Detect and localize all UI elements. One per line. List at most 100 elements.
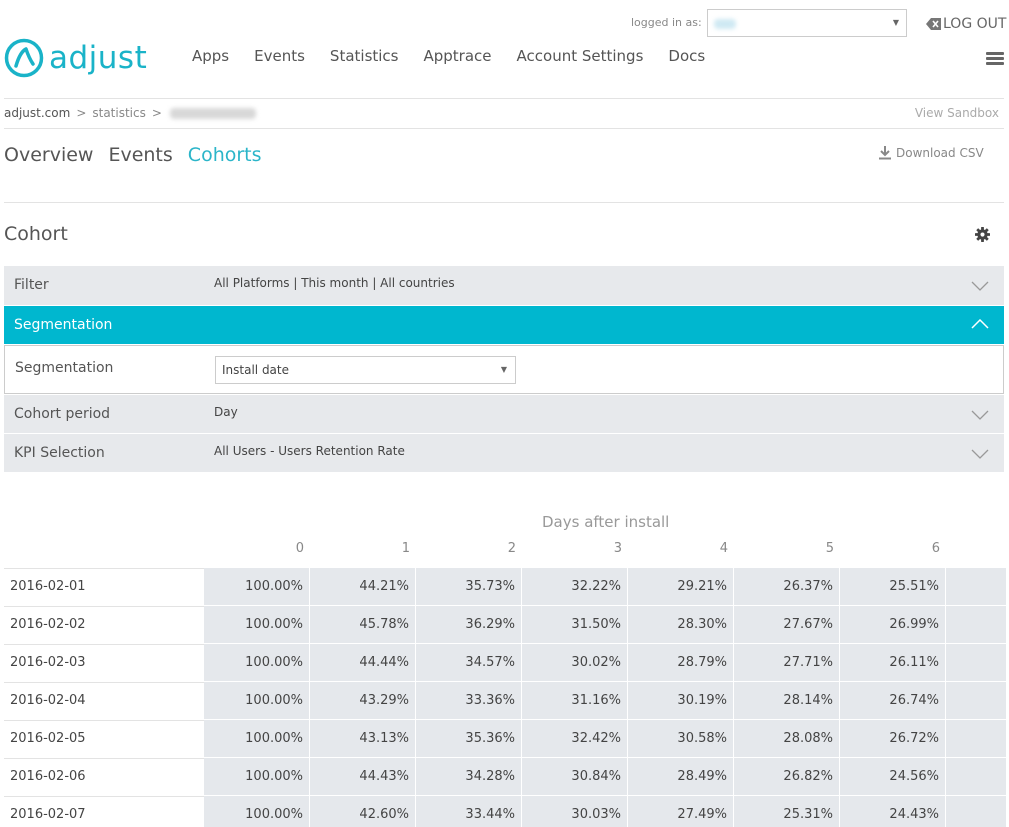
table-cell: 33.36% (416, 682, 521, 719)
table-cell-overflow (946, 644, 1006, 681)
table-cell: 24.43% (840, 796, 945, 827)
table-cell: 27.67% (734, 606, 839, 643)
table-cell: 24.56% (840, 758, 945, 795)
download-csv-button[interactable]: Download CSV (879, 146, 984, 160)
cohort-period-label: Cohort period (14, 406, 111, 422)
row-date: 2016-02-07 (10, 807, 86, 822)
column-header: 4 (719, 541, 728, 556)
table-cell: 33.44% (416, 796, 521, 827)
nav-account-settings[interactable]: Account Settings (517, 47, 644, 65)
table-cell: 30.03% (522, 796, 627, 827)
nav-apptrace[interactable]: Apptrace (424, 47, 492, 65)
table-cell-overflow (946, 606, 1006, 643)
table-cell: 29.21% (628, 568, 733, 605)
table-cell: 42.60% (310, 796, 415, 827)
column-header: 2 (507, 541, 516, 556)
table-cell: 36.29% (416, 606, 521, 643)
row-date: 2016-02-04 (10, 693, 86, 708)
chevron-down-icon: ▼ (892, 18, 899, 27)
segmentation-header[interactable]: Segmentation (4, 306, 1004, 344)
gear-icon[interactable] (975, 227, 990, 242)
tab-cohorts[interactable]: Cohorts (188, 144, 262, 166)
tab-overview[interactable]: Overview (4, 144, 93, 166)
column-header: 6 (931, 541, 940, 556)
column-header: 1 (401, 541, 410, 556)
breadcrumb-root[interactable]: adjust.com (4, 106, 70, 120)
chevron-down-icon[interactable] (971, 410, 989, 420)
segmentation-label: Segmentation (15, 360, 114, 376)
brand-name: adjust (49, 39, 148, 76)
table-row: 2016-02-06 100.00% 44.43% 34.28% 30.84% 28.49… (4, 758, 1009, 796)
account-name-redacted (714, 19, 736, 29)
table-cell: 30.84% (522, 758, 627, 795)
table-row: 2016-02-05 100.00% 43.13% 35.36% 32.42% 30.58… (4, 720, 1009, 758)
adjust-logo[interactable]: adjust (4, 38, 147, 78)
table-cell: 26.37% (734, 568, 839, 605)
table-title: Days after install (542, 513, 670, 531)
filter-value: All Platforms | This month | All countri… (214, 276, 455, 290)
logout-label: LOG OUT (943, 16, 1007, 32)
table-cell: 26.82% (734, 758, 839, 795)
row-divider (4, 796, 204, 797)
table-cell: 28.79% (628, 644, 733, 681)
table-row: 2016-02-04 100.00% 43.29% 33.36% 31.16% 30.19… (4, 682, 1009, 720)
table-cell: 25.51% (840, 568, 945, 605)
breadcrumb-app-redacted[interactable] (169, 107, 256, 119)
kpi-selection-value: All Users - Users Retention Rate (214, 444, 405, 458)
table-cell: 28.30% (628, 606, 733, 643)
logout-button[interactable]: LOG OUT (926, 16, 1006, 32)
table-cell: 32.42% (522, 720, 627, 757)
table-row: 2016-02-07 100.00% 42.60% 33.44% 30.03% 27.49… (4, 796, 1009, 827)
table-cell: 100.00% (204, 796, 309, 827)
table-cell: 31.50% (522, 606, 627, 643)
nav-events[interactable]: Events (254, 47, 305, 65)
table-cell: 35.36% (416, 720, 521, 757)
nav-docs[interactable]: Docs (668, 47, 705, 65)
table-cell: 26.74% (840, 682, 945, 719)
logout-icon (926, 18, 941, 30)
chevron-down-icon[interactable] (971, 449, 989, 459)
filter-panel[interactable]: Filter All Platforms | This month | All … (4, 266, 1004, 305)
tab-events[interactable]: Events (108, 144, 172, 166)
table-cell: 44.43% (310, 758, 415, 795)
table-cell: 43.29% (310, 682, 415, 719)
table-cell-overflow (946, 568, 1006, 605)
row-divider (4, 758, 204, 759)
table-cell: 100.00% (204, 644, 309, 681)
segmentation-select[interactable]: Install date ▼ (215, 356, 516, 384)
account-select[interactable]: ▼ (707, 9, 907, 37)
cohort-period-panel[interactable]: Cohort period Day (4, 395, 1004, 433)
menu-icon[interactable] (986, 52, 1004, 66)
table-cell: 100.00% (204, 682, 309, 719)
table-cell: 100.00% (204, 568, 309, 605)
nav-statistics[interactable]: Statistics (330, 47, 399, 65)
table-row: 2016-02-02 100.00% 45.78% 36.29% 31.50% 28.30… (4, 606, 1009, 644)
main-nav: Apps Events Statistics Apptrace Account … (192, 47, 730, 65)
row-date: 2016-02-01 (10, 579, 86, 594)
table-cell: 30.02% (522, 644, 627, 681)
table-cell-overflow (946, 796, 1006, 827)
table-cell: 34.28% (416, 758, 521, 795)
table-cell: 30.58% (628, 720, 733, 757)
row-divider (4, 682, 204, 683)
download-csv-label: Download CSV (896, 146, 984, 160)
chevron-down-icon[interactable] (971, 281, 989, 291)
breadcrumb: adjust.com > statistics > (4, 106, 256, 120)
row-date: 2016-02-02 (10, 617, 86, 632)
table-cell: 30.19% (628, 682, 733, 719)
kpi-selection-panel[interactable]: KPI Selection All Users - Users Retentio… (4, 434, 1004, 472)
cohort-title: Cohort (4, 223, 68, 245)
table-cell: 26.72% (840, 720, 945, 757)
breadcrumb-section[interactable]: statistics (92, 106, 146, 120)
view-sandbox-link[interactable]: View Sandbox (915, 106, 999, 120)
table-cell: 35.73% (416, 568, 521, 605)
cohort-period-value: Day (214, 405, 238, 419)
table-cell: 44.44% (310, 644, 415, 681)
table-cell: 34.57% (416, 644, 521, 681)
chevron-up-icon[interactable] (971, 319, 989, 329)
nav-apps[interactable]: Apps (192, 47, 229, 65)
table-cell: 28.49% (628, 758, 733, 795)
table-cell: 28.14% (734, 682, 839, 719)
row-divider (4, 644, 204, 645)
table-cell-overflow (946, 720, 1006, 757)
